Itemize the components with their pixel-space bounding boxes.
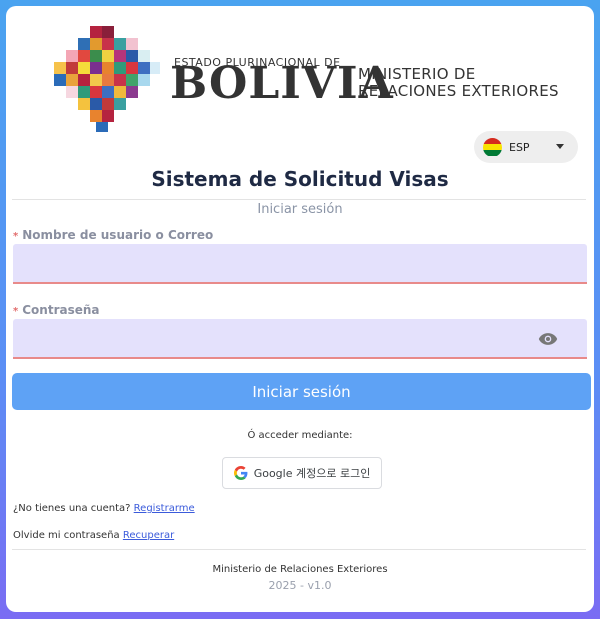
login-button[interactable]: Iniciar sesión — [12, 373, 591, 410]
caret-down-icon — [556, 144, 564, 149]
register-text: ¿No tienes una cuenta? — [13, 503, 131, 514]
title-divider — [12, 199, 586, 200]
required-mark: * — [13, 306, 19, 317]
footer-divider — [12, 549, 586, 550]
register-link[interactable]: Registrarme — [134, 503, 195, 514]
recover-line: Olvide mi contraseña Recuperar — [13, 530, 174, 541]
username-label: * Nombre de usuario o Correo — [13, 228, 213, 242]
form-subtitle: Iniciar sesión — [257, 202, 343, 217]
required-mark: * — [13, 231, 19, 242]
footer-version: 2025 - v1.0 — [268, 579, 332, 592]
page-title: Sistema de Solicitud Visas — [151, 167, 449, 191]
password-input[interactable] — [13, 319, 587, 359]
language-label: ESP — [509, 140, 530, 154]
google-login-label: Google 계정으로 로그인 — [253, 467, 371, 480]
footer-org: Ministerio de Relaciones Exteriores — [212, 564, 388, 575]
ministry-name: MINISTERIO DE RELACIONES EXTERIORES — [358, 66, 559, 100]
bolivia-emblem-icon — [54, 26, 160, 132]
eye-icon[interactable] — [538, 332, 558, 346]
google-login-button[interactable]: Google 계정으로 로그인 — [222, 457, 382, 489]
password-label-text: Contraseña — [22, 303, 100, 317]
language-selector[interactable]: ESP — [474, 131, 578, 163]
password-label: * Contraseña — [13, 303, 100, 317]
login-card: ESTADO PLURINACIONAL DE BOLIVIA MINISTER… — [6, 6, 594, 612]
username-label-text: Nombre de usuario o Correo — [22, 228, 214, 242]
ministry-line-2: RELACIONES EXTERIORES — [358, 82, 559, 100]
username-input[interactable] — [13, 244, 587, 284]
ministry-line-1: MINISTERIO DE — [358, 65, 476, 83]
alt-login-label: Ó acceder mediante: — [247, 430, 353, 441]
recover-text: Olvide mi contraseña — [13, 530, 120, 541]
bolivia-flag-icon — [483, 137, 502, 157]
google-g-icon — [233, 466, 248, 480]
recover-link[interactable]: Recuperar — [123, 530, 174, 541]
register-line: ¿No tienes una cuenta? Registrarme — [13, 503, 195, 514]
